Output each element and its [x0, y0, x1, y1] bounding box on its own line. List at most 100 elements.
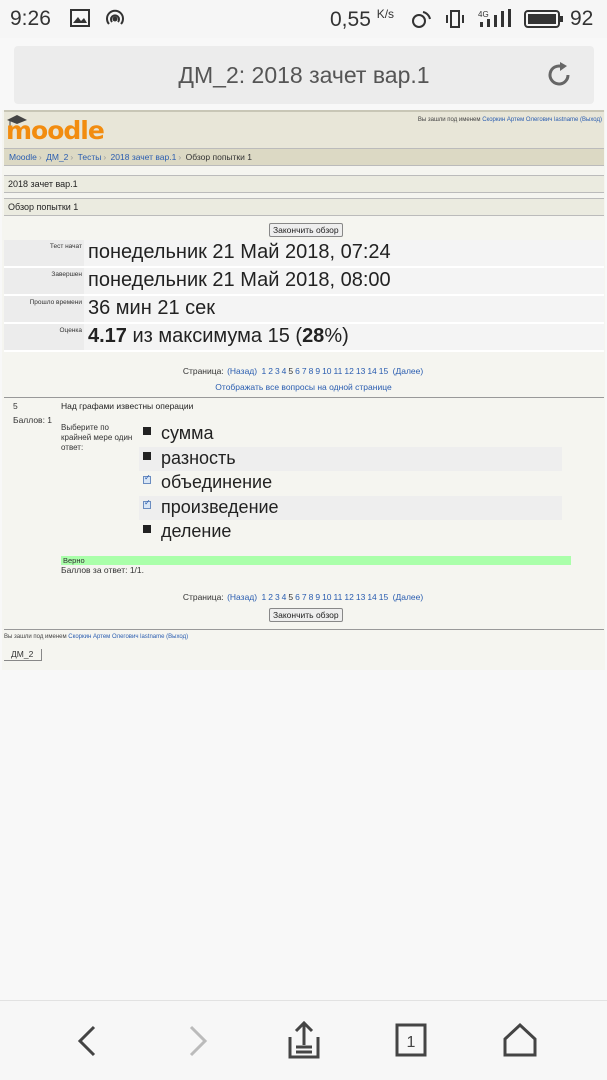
footer-user-link[interactable]: Скоркин Артем Олегович lastname — [68, 634, 164, 640]
pager-page-12[interactable]: 12 — [344, 592, 353, 602]
answer-label: объединение — [161, 472, 273, 492]
footer-login-info: Вы зашли под именем Скоркин Артем Олегов… — [4, 634, 189, 640]
pager-page-14[interactable]: 14 — [367, 592, 376, 602]
user-link[interactable]: Скоркин Артем Олегович lastname — [482, 117, 578, 123]
checked-box-icon[interactable] — [143, 473, 151, 484]
breadcrumb-quizzes[interactable]: Тесты — [78, 152, 102, 162]
answer-option[interactable]: деление — [139, 520, 562, 545]
logout-link[interactable]: (Выход) — [580, 117, 602, 123]
show-all-link[interactable]: Отображать все вопросы на одной странице — [2, 382, 605, 392]
battery-level: 92 — [570, 7, 594, 30]
pager-page-8[interactable]: 8 — [309, 366, 314, 376]
pager-page-11[interactable]: 11 — [334, 366, 343, 376]
unchecked-box-icon[interactable] — [143, 451, 151, 460]
forward-icon[interactable] — [183, 1021, 213, 1061]
pager-page-9[interactable]: 9 — [315, 592, 320, 602]
breadcrumb-quiz[interactable]: 2018 зачет вар.1 — [111, 152, 177, 162]
answer-list: сумма разность объединение произведение … — [139, 422, 562, 545]
pager-page-15[interactable]: 15 — [379, 366, 388, 376]
pager-page-10[interactable]: 10 — [322, 366, 331, 376]
status-time: 9:26 — [10, 7, 51, 30]
reload-icon[interactable] — [544, 60, 574, 90]
pager-page-10[interactable]: 10 — [322, 592, 331, 602]
pager-page-12[interactable]: 12 — [344, 366, 353, 376]
answer-label: разность — [161, 447, 236, 468]
answer-label: произведение — [161, 496, 279, 517]
pager-page-14[interactable]: 14 — [367, 366, 376, 376]
feedback-correct: Верно — [61, 556, 571, 565]
moodle-page: moodle Вы зашли под именем Скоркин Артем… — [2, 110, 605, 670]
quiz-title: 2018 зачет вар.1 — [4, 175, 604, 193]
pager-page-2[interactable]: 2 — [268, 366, 273, 376]
grade-label: Оценка — [4, 324, 84, 350]
question-number: 5 — [13, 401, 18, 411]
summary-label: Завершен — [4, 268, 84, 294]
finish-review-button-bottom[interactable]: Закончить обзор — [269, 608, 343, 622]
breadcrumb-course[interactable]: ДМ_2 — [46, 152, 68, 162]
finish-review-button-top[interactable]: Закончить обзор — [269, 223, 343, 237]
nfc-icon — [412, 11, 431, 28]
share-icon[interactable] — [286, 1021, 322, 1061]
answer-option[interactable]: объединение — [139, 471, 562, 496]
pager-page-9[interactable]: 9 — [315, 366, 320, 376]
pager-page-13[interactable]: 13 — [356, 592, 365, 602]
answer-option[interactable]: произведение — [139, 495, 562, 520]
pager-page-13[interactable]: 13 — [356, 366, 365, 376]
pager-page-3[interactable]: 3 — [275, 592, 280, 602]
pager-page-7[interactable]: 7 — [302, 366, 307, 376]
battery-icon — [524, 10, 563, 28]
pager-next[interactable]: (Далее) — [393, 592, 424, 602]
summary-row: Завершен понедельник 21 Май 2018, 08:00 — [4, 268, 604, 296]
attempt-title: Обзор попытки 1 — [4, 198, 604, 216]
question-grade: Баллов: 1 — [13, 415, 53, 425]
summary-value: понедельник 21 Май 2018, 07:24 — [84, 240, 604, 266]
pager-page-8[interactable]: 8 — [309, 592, 314, 602]
grade-row: Оценка 4.17 из максимума 15 (28%) — [4, 324, 604, 352]
home-icon[interactable] — [502, 1021, 538, 1061]
summary-row: Тест начат понедельник 21 Май 2018, 07:2… — [4, 240, 604, 268]
question-text: Над графами известны операции — [61, 401, 194, 411]
footer-logout-link[interactable]: (Выход) — [166, 634, 188, 640]
back-icon[interactable] — [72, 1021, 102, 1061]
pager-page-1[interactable]: 1 — [261, 592, 266, 602]
question-divider — [4, 397, 604, 398]
question-prompt: Выберите по крайней мере один ответ: — [61, 423, 133, 452]
answer-option[interactable]: разность — [139, 446, 562, 471]
pager-page-3[interactable]: 3 — [275, 366, 280, 376]
summary-label: Прошло времени — [4, 296, 84, 322]
tabs-icon[interactable]: 1 — [395, 1021, 427, 1061]
pager-page-7[interactable]: 7 — [302, 592, 307, 602]
pager-page-4[interactable]: 4 — [282, 592, 287, 602]
question-score: Баллов за ответ: 1/1. — [61, 565, 145, 575]
unchecked-box-icon[interactable] — [143, 525, 151, 533]
pager-prev[interactable]: (Назад) — [227, 592, 257, 602]
breadcrumb-current: Обзор попытки 1 — [185, 152, 252, 162]
pager-next[interactable]: (Далее) — [393, 366, 424, 376]
pager-page-4[interactable]: 4 — [282, 366, 287, 376]
pager-page-15[interactable]: 15 — [379, 592, 388, 602]
pager-page-2[interactable]: 2 — [268, 592, 273, 602]
pager-page-11[interactable]: 11 — [334, 592, 343, 602]
breadcrumb-moodle[interactable]: Moodle — [9, 152, 37, 162]
browser-nav-bar: 1 — [0, 1000, 607, 1080]
checked-box-icon[interactable] — [143, 498, 151, 509]
vibrate-icon — [446, 10, 464, 28]
pager-page-5: 5 — [288, 366, 294, 376]
tabs-count: 1 — [407, 1034, 416, 1051]
page-title[interactable]: ДМ_2: 2018 зачет вар.1 — [14, 62, 594, 89]
footer-course-link[interactable]: ДМ_2 — [4, 649, 42, 661]
summary-value: понедельник 21 Май 2018, 08:00 — [84, 268, 604, 294]
browser-title-bar[interactable]: ДМ_2: 2018 зачет вар.1 — [14, 46, 594, 104]
pager-page-1[interactable]: 1 — [261, 366, 266, 376]
moodle-header: moodle Вы зашли под именем Скоркин Артем… — [4, 110, 604, 148]
pager-page-6[interactable]: 6 — [295, 366, 300, 376]
image-notification-icon — [70, 9, 90, 27]
network-speed: 0,55 K/s — [330, 7, 395, 31]
pager-page-5: 5 — [288, 592, 294, 602]
pager-prev[interactable]: (Назад) — [227, 366, 257, 376]
pager-page-6[interactable]: 6 — [295, 592, 300, 602]
answer-option[interactable]: сумма — [139, 422, 562, 447]
unchecked-box-icon[interactable] — [143, 427, 151, 435]
moodle-logo[interactable]: moodle — [6, 116, 105, 145]
login-info: Вы зашли под именем Скоркин Артем Олегов… — [417, 117, 602, 123]
